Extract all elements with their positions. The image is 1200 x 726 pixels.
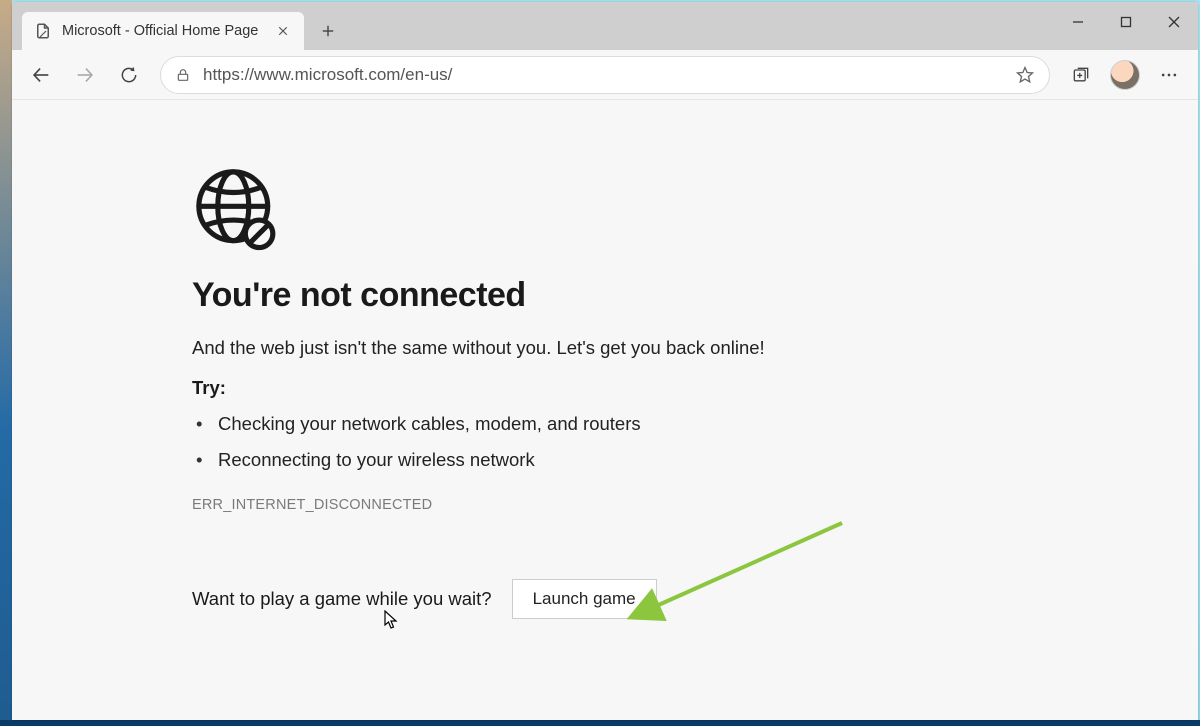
window-controls <box>1054 2 1198 42</box>
address-input[interactable] <box>203 65 1003 85</box>
new-tab-button[interactable] <box>312 15 344 47</box>
nav-refresh-button[interactable] <box>110 56 148 94</box>
toolbar-right <box>1062 56 1188 94</box>
page-content: You're not connected And the web just is… <box>12 100 1198 720</box>
tab-strip: Microsoft - Official Home Page <box>12 2 1198 50</box>
game-prompt-bar: Want to play a game while you wait? Laun… <box>192 579 932 619</box>
favorite-star-icon[interactable] <box>1015 65 1035 85</box>
collections-button[interactable] <box>1062 56 1100 94</box>
taskbar-strip <box>0 720 1200 726</box>
error-panel: You're not connected And the web just is… <box>192 165 932 619</box>
nav-forward-button[interactable] <box>66 56 104 94</box>
page-favicon-icon <box>34 22 52 40</box>
desktop-left-strip <box>0 0 12 720</box>
window-close-button[interactable] <box>1150 2 1198 42</box>
lock-icon <box>175 67 191 83</box>
window-minimize-button[interactable] <box>1054 2 1102 42</box>
more-menu-button[interactable] <box>1150 56 1188 94</box>
avatar-icon <box>1110 60 1140 90</box>
error-subtext: And the web just isn't the same without … <box>192 337 932 359</box>
launch-game-button[interactable]: Launch game <box>512 579 657 619</box>
window-maximize-button[interactable] <box>1102 2 1150 42</box>
browser-window: Microsoft - Official Home Page <box>12 2 1198 720</box>
error-tip: Checking your network cables, modem, and… <box>192 413 932 435</box>
mouse-cursor-icon <box>384 610 398 630</box>
error-tip: Reconnecting to your wireless network <box>192 449 932 471</box>
tab-close-icon[interactable] <box>272 20 294 42</box>
address-bar[interactable] <box>160 56 1050 94</box>
browser-tab[interactable]: Microsoft - Official Home Page <box>22 12 304 50</box>
error-tips-list: Checking your network cables, modem, and… <box>192 413 932 471</box>
nav-back-button[interactable] <box>22 56 60 94</box>
error-code: ERR_INTERNET_DISCONNECTED <box>192 497 932 513</box>
error-try-label: Try: <box>192 377 932 399</box>
game-prompt-text: Want to play a game while you wait? <box>192 588 492 610</box>
error-heading: You're not connected <box>192 276 932 315</box>
profile-avatar[interactable] <box>1106 56 1144 94</box>
offline-globe-icon <box>192 165 278 251</box>
tab-title: Microsoft - Official Home Page <box>62 23 262 39</box>
toolbar <box>12 50 1198 100</box>
